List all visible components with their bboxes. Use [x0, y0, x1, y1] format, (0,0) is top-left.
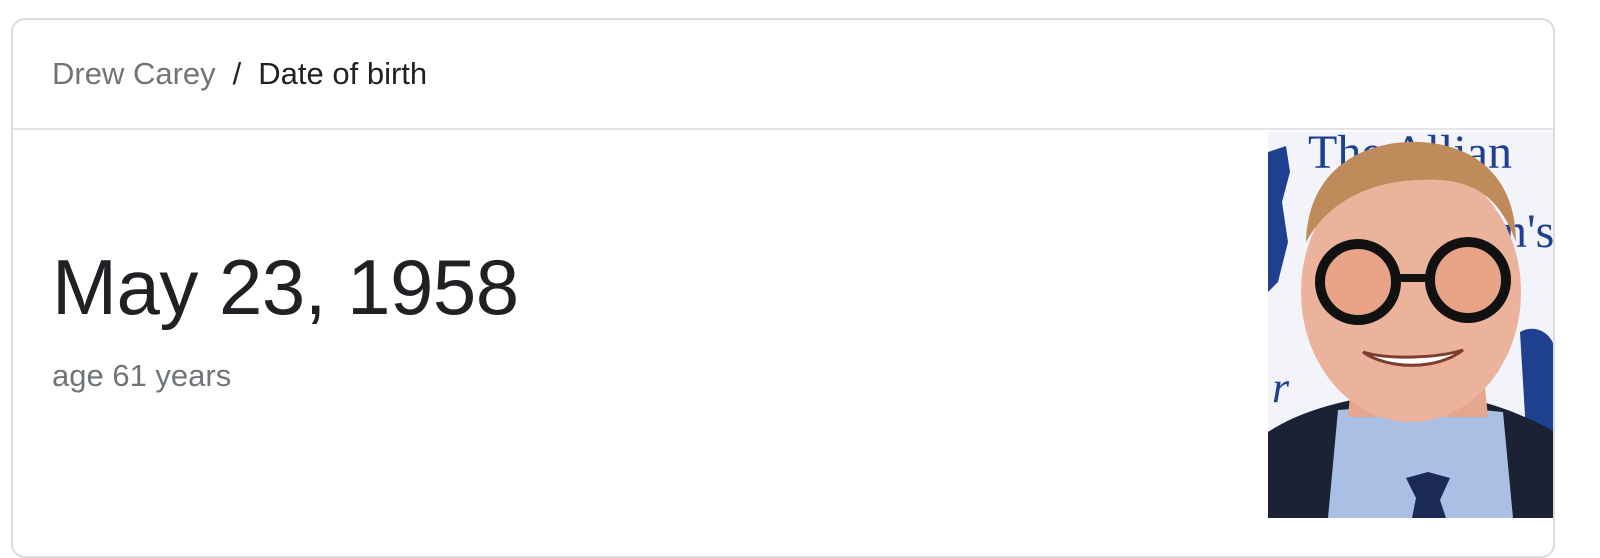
breadcrumb-parent-link[interactable]: Drew Carey: [52, 56, 216, 92]
knowledge-card: Drew Carey / Date of birth May 23, 1958 …: [11, 18, 1555, 558]
person-portrait-image: The Allian n's r: [1268, 132, 1553, 518]
birth-date-value: May 23, 1958: [52, 243, 519, 331]
breadcrumb-current: Date of birth: [258, 56, 428, 91]
age-subtitle: age 61 years: [52, 358, 232, 393]
backdrop-text-low: r: [1272, 363, 1290, 412]
breadcrumb: Drew Carey / Date of birth: [13, 20, 1553, 130]
person-photo[interactable]: The Allian n's r: [1268, 132, 1553, 518]
breadcrumb-separator: /: [232, 56, 242, 91]
